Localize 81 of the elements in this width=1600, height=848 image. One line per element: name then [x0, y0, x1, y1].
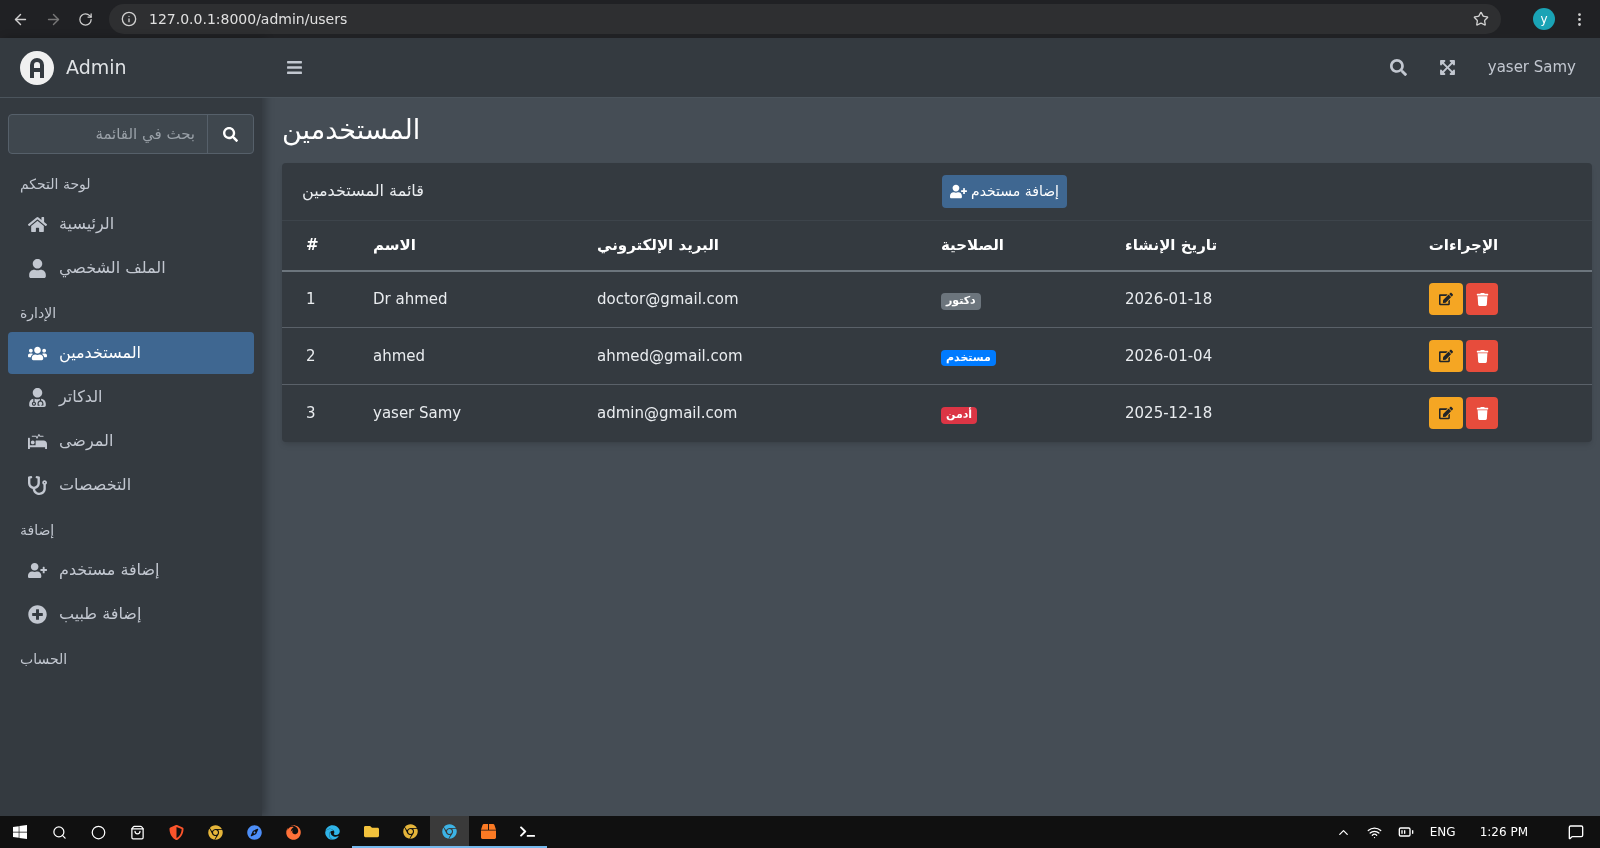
- table-cell: yaser Samy: [373, 404, 462, 422]
- sidebar-item[interactable]: التخصصات: [8, 464, 254, 506]
- network-icon[interactable]: [1366, 824, 1382, 840]
- column-header: #: [306, 234, 319, 256]
- sidebar-search-field[interactable]: بحث في القائمة: [8, 114, 254, 154]
- sidebar-item[interactable]: الدكاتر: [8, 376, 254, 418]
- edit-button[interactable]: [1429, 283, 1463, 316]
- stethoscope-icon: [28, 475, 47, 495]
- table-cell: ahmed: [373, 346, 426, 365]
- table-cell: admin@gmail.com: [597, 404, 738, 422]
- edit-button[interactable]: [1429, 340, 1463, 372]
- column-header: تاريخ الإنشاء: [1125, 234, 1218, 256]
- trash-icon: [1475, 406, 1489, 420]
- edit-icon: [1439, 406, 1453, 421]
- delete-button[interactable]: [1466, 283, 1498, 316]
- search-icon: [52, 824, 67, 840]
- card-title: قائمة المستخدمين: [302, 180, 425, 203]
- table-cell: 2026-01-18: [1125, 290, 1213, 308]
- user-icon: [28, 258, 47, 278]
- home-icon: [28, 214, 47, 234]
- column-header: الصلاحية: [941, 234, 1004, 256]
- search-icon[interactable]: [1389, 59, 1407, 76]
- brand-name: Admin: [66, 55, 127, 81]
- user-name[interactable]: yaser Samy: [1487, 56, 1576, 79]
- edit-icon: [1439, 349, 1453, 363]
- trash-icon: [1475, 349, 1489, 363]
- table-cell: 2026-01-04: [1125, 346, 1213, 365]
- edit-icon: [1439, 292, 1453, 307]
- reload-icon[interactable]: [78, 11, 93, 27]
- role-badge: دكتور: [941, 293, 981, 310]
- address-bar[interactable]: 127.0.0.1:8000/admin/users: [109, 4, 1501, 34]
- table-cell: 3: [306, 404, 316, 422]
- notification-icon[interactable]: [1568, 824, 1584, 840]
- column-header: الإجراءات: [1428, 234, 1499, 256]
- windows-icon[interactable]: [12, 824, 28, 840]
- delete-button[interactable]: [1466, 397, 1498, 430]
- circle-icon: [91, 824, 106, 840]
- edit-button[interactable]: [1429, 397, 1463, 430]
- page-title: المستخدمين: [282, 113, 422, 148]
- sidebar-heading: الحساب: [19, 650, 69, 669]
- doctor-icon: [28, 387, 47, 407]
- bag-icon: [130, 824, 145, 840]
- sidebar-heading: إضافة: [19, 521, 56, 540]
- language-indicator[interactable]: ENG: [1429, 823, 1456, 841]
- sidebar-heading: لوحة التحكم: [19, 175, 92, 195]
- fullscreen-icon[interactable]: [1438, 59, 1456, 76]
- table-cell: 2025-12-18: [1125, 404, 1213, 422]
- sidebar-item[interactable]: المرضى: [8, 420, 254, 462]
- role-badge: أدمن: [941, 407, 978, 424]
- info-icon[interactable]: [121, 11, 137, 27]
- sidebar-item[interactable]: إضافة مستخدم: [8, 549, 254, 591]
- logo-icon: [20, 50, 54, 85]
- star-icon[interactable]: [1473, 11, 1489, 27]
- sidebar-item[interactable]: الملف الشخصي: [8, 247, 254, 289]
- box-icon: [481, 823, 496, 839]
- sidebar-search-input[interactable]: بحث في القائمة: [9, 115, 207, 153]
- add-user-button[interactable]: إضافة مستخدم: [942, 174, 1067, 208]
- table-cell: 1: [306, 290, 316, 308]
- user-plus-icon: [28, 560, 47, 580]
- table-cell: 2: [306, 346, 316, 365]
- role-badge: مستخدم: [941, 349, 996, 367]
- search-icon: [223, 126, 238, 142]
- url-text: 127.0.0.1:8000/admin/users: [149, 9, 348, 29]
- table-cell: ahmed@gmail.com: [597, 346, 743, 365]
- battery-icon[interactable]: [1397, 824, 1414, 840]
- sidebar-heading: الإدارة: [19, 304, 58, 324]
- user-plus-icon: [950, 182, 967, 200]
- sidebar-item[interactable]: إضافة طبيب: [8, 593, 254, 635]
- sidebar-item[interactable]: المستخدمين: [8, 332, 254, 374]
- column-header: الاسم: [373, 234, 416, 256]
- folder-icon: [364, 823, 379, 839]
- table-cell: doctor@gmail.com: [597, 290, 739, 308]
- menu-icon[interactable]: [286, 59, 303, 76]
- trash-icon: [1475, 292, 1489, 306]
- table-cell: Dr ahmed: [373, 290, 448, 308]
- compass-icon: [247, 824, 262, 840]
- sidebar-item[interactable]: الرئيسية: [8, 203, 254, 245]
- column-header: البريد الإلكتروني: [597, 234, 719, 256]
- shield-icon: [169, 824, 184, 840]
- bed-icon: [28, 431, 47, 451]
- clock[interactable]: 1:26 PM: [1479, 823, 1528, 841]
